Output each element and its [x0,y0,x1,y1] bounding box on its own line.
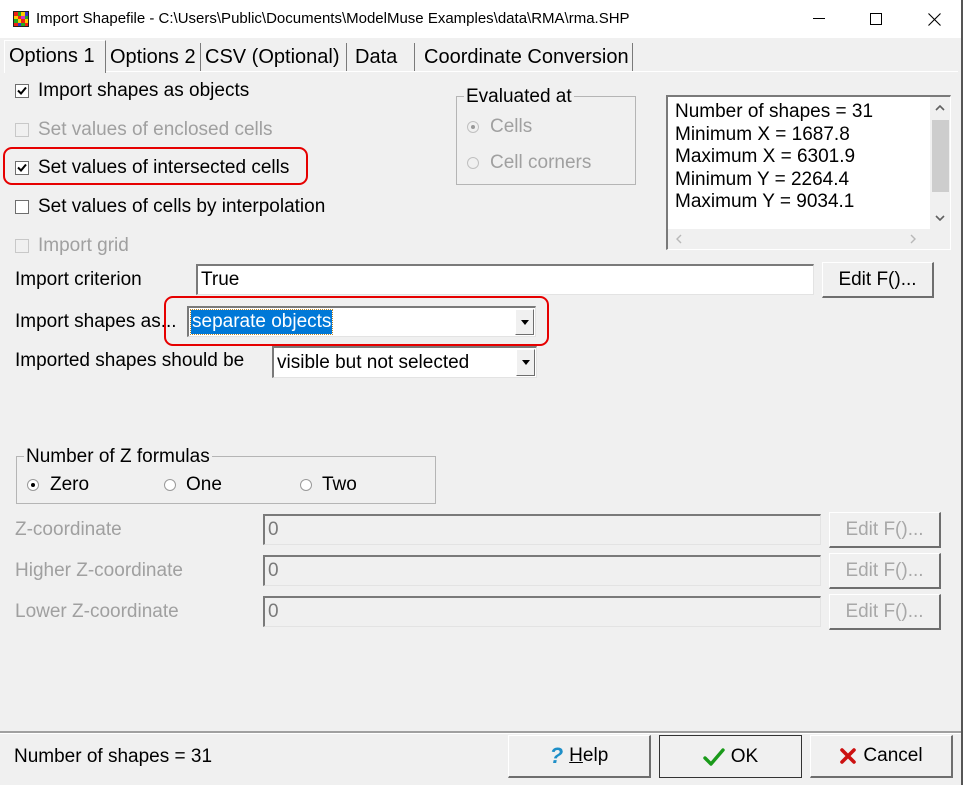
import-grid-label: Import grid [38,235,129,256]
tab-data[interactable]: Data [347,43,415,72]
modelmuse-app-icon [13,11,29,27]
edit-import-criterion-button[interactable]: Edit F()... [822,262,934,298]
scroll-up-icon[interactable] [935,105,945,111]
import-shapes-as-objects-label[interactable]: Import shapes as objects [38,80,249,102]
import-criterion-label: Import criterion [15,269,142,290]
imported-shapes-should-be-label: Imported shapes should be [15,350,245,371]
ok-label: OK [730,745,759,767]
tab-coordinate-conversion[interactable]: Coordinate Conversion [415,43,633,72]
imported-shapes-should-be-dropdown-button[interactable] [516,349,535,376]
chevron-down-icon [522,360,530,365]
scroll-down-icon[interactable] [935,215,945,221]
shape-summary-memo[interactable]: Number of shapes = 31 Minimum X = 1687.8… [666,95,951,250]
imported-shapes-should-be-select[interactable]: visible but not selected [272,346,537,378]
z-formulas-title: Number of Z formulas [24,446,212,468]
import-criterion-input[interactable]: True [196,264,814,295]
set-values-enclosed-cells-checkbox [15,123,29,137]
import-shapefile-dialog: Import Shapefile - C:\Users\Public\Docum… [0,0,963,785]
checkmark-icon [17,86,27,95]
minimize-button[interactable] [790,0,848,38]
import-shapes-as-select[interactable]: separate objects [187,306,536,337]
summary-line: Maximum Y = 9034.1 [675,191,855,212]
higher-z-coordinate-input: 0 [263,555,821,586]
window-title: Import Shapefile - C:\Users\Public\Docum… [36,10,630,27]
title-bar: Import Shapefile - C:\Users\Public\Docum… [0,0,961,38]
import-grid-checkbox [15,239,29,253]
cell-corners-radio-label: Cell corners [490,152,592,173]
cell-corners-radio [467,157,479,169]
edit-higher-z-coordinate-button: Edit F()... [829,553,941,589]
status-shape-count: Number of shapes = 31 [14,746,213,767]
z-two-label[interactable]: Two [322,474,357,496]
help-label: Help [569,745,609,766]
vertical-scroll-thumb[interactable] [932,120,949,192]
checkmark-icon [17,163,27,172]
scroll-right-icon[interactable] [910,234,916,244]
evaluated-at-title: Evaluated at [464,86,574,108]
lower-z-coordinate-label: Lower Z-coordinate [15,601,179,622]
summary-line: Minimum Y = 2264.4 [675,168,850,190]
cells-radio [467,121,479,133]
summary-lines: Number of shapes = 31 Minimum X = 1687.8… [675,101,873,214]
maximize-icon [870,13,882,25]
tab-panel-border [4,71,958,72]
edit-lower-z-coordinate-button: Edit F()... [829,594,941,630]
import-shapes-as-objects-checkbox[interactable] [15,84,29,98]
higher-z-coordinate-label: Higher Z-coordinate [15,560,183,581]
set-values-by-interpolation-label[interactable]: Set values of cells by interpolation [38,196,325,218]
summary-line: Maximum X = 6301.9 [675,146,856,167]
set-values-intersected-cells-checkbox[interactable] [15,161,29,175]
close-icon [927,12,941,26]
cells-radio-label: Cells [490,116,533,137]
tab-options-1[interactable]: Options 1 [4,40,106,73]
checkmark-icon [703,747,725,766]
z-coordinate-input: 0 [263,514,821,545]
import-shapes-as-value: separate objects [189,309,334,335]
summary-line: Minimum X = 1687.8 [675,123,850,145]
cancel-button[interactable]: Cancel [810,735,953,778]
set-values-enclosed-cells-label: Set values of enclosed cells [38,119,273,140]
z-zero-radio[interactable] [27,479,39,491]
tab-options-2[interactable]: Options 2 [106,43,201,72]
tab-csv-optional[interactable]: CSV (Optional) [201,43,347,72]
horizontal-scrollbar[interactable] [668,229,950,249]
import-shapes-as-dropdown-button[interactable] [515,309,534,335]
help-button[interactable]: ? Help [508,735,651,778]
maximize-button[interactable] [847,0,905,38]
z-one-radio[interactable] [164,479,176,491]
set-values-by-interpolation-checkbox[interactable] [15,200,29,214]
import-shapes-as-label: Import shapes as... [15,311,177,332]
set-values-intersected-cells-label[interactable]: Set values of intersected cells [38,157,289,179]
imported-shapes-should-be-value: visible but not selected [277,352,470,373]
minimize-icon [813,18,825,19]
chevron-down-icon [521,320,529,325]
z-two-radio[interactable] [300,479,312,491]
z-zero-label[interactable]: Zero [50,474,89,496]
lower-z-coordinate-input: 0 [263,596,821,627]
summary-line: Number of shapes = 31 [675,101,874,122]
ok-button[interactable]: OK [659,735,802,778]
cancel-label: Cancel [863,745,923,766]
cancel-x-icon [840,748,857,764]
close-button[interactable] [905,0,963,38]
help-icon: ? [549,743,564,768]
vertical-scrollbar[interactable] [930,97,950,230]
z-coordinate-label: Z-coordinate [15,519,122,540]
footer-divider [0,731,961,734]
edit-z-coordinate-button: Edit F()... [829,512,941,548]
scroll-left-icon[interactable] [676,234,682,244]
z-one-label[interactable]: One [186,474,222,496]
